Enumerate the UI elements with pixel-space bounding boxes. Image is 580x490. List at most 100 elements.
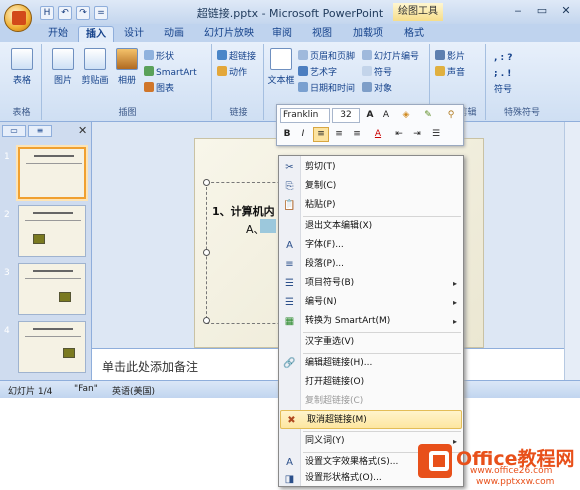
textbox-icon (270, 48, 292, 70)
special-symbols-row1[interactable]: , : ? (494, 52, 513, 64)
resize-handle[interactable] (203, 249, 210, 256)
decrease-indent-icon[interactable]: ⇤ (391, 127, 407, 142)
tab-home[interactable]: 开始 (42, 26, 74, 42)
action-button[interactable]: 动作 (217, 66, 247, 78)
clipart-icon (84, 48, 106, 70)
chart-icon (144, 82, 154, 92)
image-icon (63, 348, 75, 358)
line-color-icon[interactable]: ✎ (419, 108, 437, 123)
tab-animation[interactable]: 动画 (158, 26, 190, 42)
office-button[interactable] (4, 4, 32, 32)
album-button[interactable]: 相册 (112, 48, 142, 86)
datetime-button[interactable]: 日期和时间 (298, 82, 355, 94)
tab-addins[interactable]: 加载项 (346, 26, 390, 42)
slide-title-text[interactable]: 1、计算机内 (212, 203, 275, 219)
group-label: 特殊符号 (503, 108, 540, 118)
notes-placeholder[interactable]: 单击此处添加备注 (102, 358, 198, 375)
datetime-icon (298, 82, 308, 92)
align-right-icon[interactable]: ≡ (349, 127, 365, 142)
fill-color-icon[interactable]: ◈ (397, 108, 415, 123)
slide-thumbnail[interactable] (18, 147, 86, 199)
shape-format-icon: ◨ (284, 474, 295, 485)
album-icon (116, 48, 138, 70)
align-left-icon[interactable]: ≡ (313, 127, 329, 142)
menu-item-paste[interactable]: 📋 粘贴(P) (279, 196, 463, 215)
menu-item-numbering[interactable]: ☰ 编号(N) ▸ (279, 293, 463, 312)
symbol-button[interactable]: 符号 (362, 66, 392, 78)
slide-thumbnail[interactable] (18, 205, 86, 257)
menu-item-paragraph[interactable]: ≡ 段落(P)... (279, 255, 463, 274)
menu-item-copy[interactable]: ⎘ 复制(C) (279, 177, 463, 196)
increase-indent-icon[interactable]: ⇥ (409, 127, 425, 142)
bullets-icon[interactable]: ☰ (427, 127, 445, 142)
menu-item-cut[interactable]: ✂ 剪切(T) (279, 158, 463, 177)
slide-thumbnail[interactable] (18, 321, 86, 373)
slide-number: 3 (4, 268, 10, 278)
tab-review[interactable]: 审阅 (266, 26, 298, 42)
chart-button[interactable]: 图表 (144, 82, 174, 94)
italic-button[interactable]: I (296, 127, 310, 142)
menu-item-open-hyperlink[interactable]: 打开超链接(O) (279, 373, 463, 392)
object-button[interactable]: 对象 (362, 82, 392, 94)
window-title: 超链接.pptx - Microsoft PowerPoint (196, 7, 384, 20)
hyperlink-button[interactable]: 超链接 (217, 50, 256, 62)
tab-format[interactable]: 格式 (398, 26, 430, 42)
movie-button[interactable]: 影片 (435, 50, 465, 62)
bold-button[interactable]: B (280, 127, 294, 142)
table-button[interactable]: 表格 (7, 48, 37, 86)
image-icon (59, 292, 71, 302)
menu-item-bullets[interactable]: ☰ 项目符号(B) ▸ (279, 274, 463, 293)
header-footer-icon (298, 50, 308, 60)
outline-tab[interactable]: ≡ (28, 125, 52, 137)
menu-item-font[interactable]: A 字体(F)... (279, 236, 463, 255)
text-effects-icon: A (286, 457, 293, 468)
slides-tab[interactable]: ▭ (2, 125, 26, 137)
menu-item-remove-hyperlink[interactable]: ✖ 取消超链接(M) (280, 410, 462, 429)
sound-button[interactable]: 声音 (435, 66, 465, 78)
slide-number: 2 (4, 210, 10, 220)
resize-handle[interactable] (203, 179, 210, 186)
language-indicator[interactable]: 英语(美国) (112, 384, 155, 397)
theme-name: "Fan" (74, 384, 98, 394)
context-menu: ✂ 剪切(T) ⎘ 复制(C) 📋 粘贴(P) 退出文本编辑(X) A 字体(F)...… (278, 155, 464, 487)
wordart-button[interactable]: 艺术字 (298, 66, 337, 78)
tab-view[interactable]: 视图 (306, 26, 338, 42)
special-symbols-row2[interactable]: ; . ! (494, 68, 511, 80)
font-size-field[interactable]: 32 (332, 108, 360, 123)
mini-toolbar: Franklin 32 A A ◈ ✎ ⚲ B I ≡ ≡ ≡ A ⇤ ⇥ ☰ (276, 104, 464, 146)
align-center-icon[interactable]: ≡ (331, 127, 347, 142)
smartart-button[interactable]: SmartArt (144, 66, 197, 78)
grow-font-icon[interactable]: A (363, 108, 377, 123)
menu-item-reconvert[interactable]: 汉字重选(V) (279, 333, 463, 352)
tab-insert[interactable]: 插入 (78, 26, 114, 42)
tab-design[interactable]: 设计 (118, 26, 150, 42)
tab-slideshow[interactable]: 幻灯片放映 (200, 26, 258, 42)
slide-thumbnail[interactable] (18, 263, 86, 315)
group-special-symbols: , : ? ; . ! 符号 特殊符号 (488, 44, 556, 120)
close-button[interactable]: ✕ (556, 4, 576, 18)
shrink-font-icon[interactable]: A (379, 108, 393, 123)
minimize-button[interactable]: ‒ (508, 4, 528, 18)
clipart-button[interactable]: 剪贴画 (80, 48, 110, 86)
close-pane-icon[interactable]: ✕ (78, 124, 87, 137)
font-color-icon[interactable]: A (369, 127, 387, 142)
font-name-field[interactable]: Franklin (280, 108, 330, 123)
paste-icon: 📋 (283, 200, 296, 211)
resize-handle[interactable] (203, 317, 210, 324)
office-logo-icon (418, 444, 452, 478)
special-symbol-button[interactable]: 符号 (494, 84, 512, 96)
submenu-arrow-icon: ▸ (452, 298, 457, 307)
vertical-scrollbar[interactable] (564, 122, 580, 380)
format-painter-icon[interactable]: ⚲ (443, 108, 459, 123)
picture-button[interactable]: 图片 (48, 48, 78, 86)
slide-number-button[interactable]: 幻灯片编号 (362, 50, 419, 62)
header-footer-button[interactable]: 页眉和页脚 (298, 50, 355, 62)
restore-button[interactable]: ▭ (532, 4, 552, 18)
menu-item-edit-hyperlink[interactable]: 🔗 编辑超链接(H)... (279, 354, 463, 373)
menu-item-convert-smartart[interactable]: ▦ 转换为 SmartArt(M) ▸ (279, 312, 463, 331)
menu-item-exit-text-edit[interactable]: 退出文本编辑(X) (279, 217, 463, 236)
textbox-button[interactable]: 文本框 (266, 48, 296, 86)
slide-body-text[interactable]: A、 (246, 221, 265, 237)
smartart-icon (144, 66, 154, 76)
shapes-button[interactable]: 形状 (144, 50, 174, 62)
